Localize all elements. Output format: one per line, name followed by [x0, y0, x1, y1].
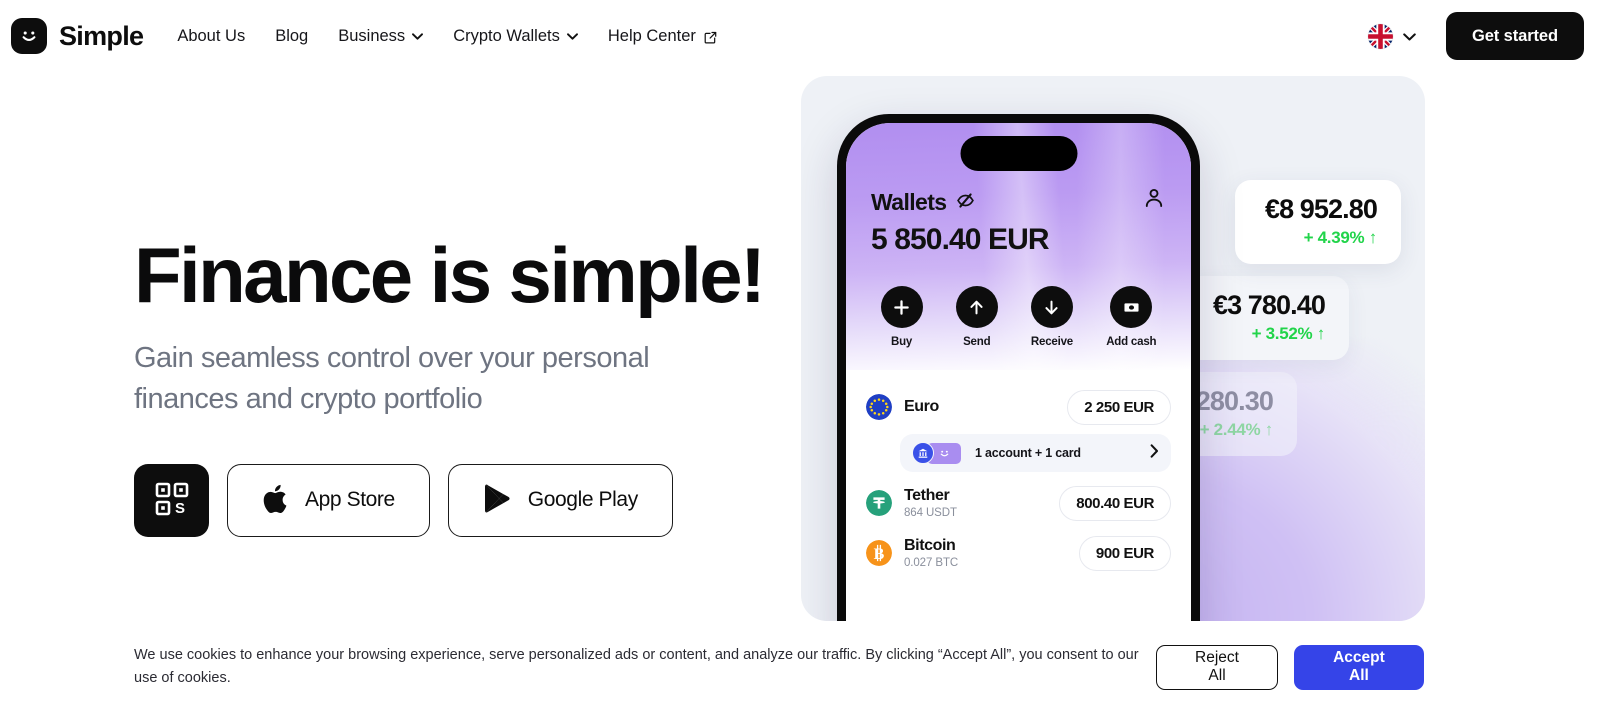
wallets-title: Wallets [871, 189, 947, 215]
nav-label: Help Center [607, 26, 696, 45]
action-buy[interactable]: Buy [880, 286, 923, 348]
subaccounts-label: 1 account + 1 card [975, 446, 1081, 460]
smiley-logo-icon [11, 18, 47, 54]
eye-off-icon[interactable] [956, 191, 975, 215]
svg-text:B: B [874, 546, 885, 563]
arrow-up-icon: ↑ [1368, 228, 1378, 247]
cookie-text: We use cookies to enhance your browsing … [134, 646, 1139, 686]
chevron-right-icon [1150, 443, 1159, 463]
change-value: + 3.52% [1251, 324, 1313, 343]
site-header: Simple About Us Blog Business Crypto Wal… [0, 0, 1600, 72]
nav-label: Business [338, 26, 406, 45]
total-balance: 5 850.40 EUR [871, 223, 1050, 256]
chevron-down-icon [412, 32, 424, 40]
hero-subtitle: Gain seamless control over your personal… [134, 341, 650, 415]
uk-flag-icon [1367, 23, 1393, 49]
tether-icon [866, 490, 892, 516]
wallet-row-tether[interactable]: Tether 864 USDT 800.40 EUR [866, 478, 1171, 528]
store-buttons: S App Store Google Play [134, 463, 834, 537]
wallet-amount: 900 EUR [1078, 535, 1171, 571]
svg-text:S: S [174, 500, 184, 517]
language-selector[interactable] [1367, 23, 1416, 49]
wallet-name: Bitcoin [904, 536, 956, 554]
chevron-down-icon [1403, 32, 1416, 40]
wallets-title-row: Wallets [871, 189, 975, 216]
external-link-icon [704, 30, 717, 43]
euro-flag-icon [866, 394, 892, 420]
floating-card-change: + 4.39% ↑ [1265, 228, 1378, 248]
phone-notch [960, 136, 1077, 171]
plus-icon [880, 286, 923, 328]
floating-card-amount: €8 952.80 [1264, 194, 1378, 224]
floating-card-amount: €3 780.40 [1212, 290, 1326, 320]
arrow-up-icon: ↑ [1316, 324, 1326, 343]
floating-card-change: + 3.52% ↑ [1213, 324, 1326, 344]
app-store-label: App Store [305, 488, 395, 512]
hero-section: Finance is simple! Gain seamless control… [134, 231, 834, 537]
nav-label: Blog [275, 26, 309, 45]
qr-code-icon: S [154, 481, 190, 520]
google-play-button[interactable]: Google Play [447, 463, 673, 537]
arrow-down-icon [1030, 286, 1073, 328]
euro-subaccounts-card[interactable]: 1 account + 1 card [900, 434, 1171, 472]
action-label: Send [963, 336, 991, 348]
nav-label: Crypto Wallets [453, 26, 560, 45]
quick-actions: Buy Send Receive Add cash [846, 286, 1191, 348]
change-value: + 2.44% [1199, 420, 1261, 439]
app-preview-panel: €5 280.30 + 2.44% ↑ €3 780.40 + 3.52% ↑ … [801, 76, 1425, 621]
nav-item-help-center[interactable]: Help Center [608, 27, 717, 46]
wallet-row-bitcoin[interactable]: B Bitcoin 0.027 BTC 900 EUR [866, 528, 1171, 578]
header-right: Get started [1367, 12, 1600, 60]
landing-page: Simple About Us Blog Business Crypto Wal… [0, 0, 1600, 712]
wallet-list: Euro 2 250 EUR 1 account + 1 card Tether… [846, 370, 1191, 621]
bitcoin-icon: B [866, 540, 892, 566]
accept-all-button[interactable]: Accept All [1293, 644, 1424, 690]
wallet-sub: 864 USDT [904, 507, 957, 520]
qr-code-button[interactable]: S [134, 463, 209, 537]
action-label: Buy [891, 336, 913, 348]
change-value: + 4.39% [1303, 228, 1365, 247]
wallet-amount: 800.40 EUR [1059, 485, 1171, 521]
reject-all-button[interactable]: Reject All [1156, 644, 1278, 690]
action-receive[interactable]: Receive [1031, 286, 1073, 348]
banknote-icon [1110, 286, 1153, 328]
wallet-name: Tether [904, 486, 950, 504]
wallet-amount: 2 250 EUR [1067, 389, 1171, 425]
arrow-up-icon [955, 286, 998, 328]
action-label: Receive [1030, 336, 1074, 348]
account-card-stack [912, 442, 964, 464]
bank-icon [912, 442, 934, 464]
action-send[interactable]: Send [955, 286, 998, 348]
get-started-button[interactable]: Get started [1445, 12, 1584, 60]
person-icon[interactable] [1143, 187, 1165, 214]
arrow-up-icon: ↑ [1264, 420, 1274, 439]
nav-item-business[interactable]: Business [338, 26, 424, 46]
brand-name: Simple [59, 20, 144, 51]
google-play-label: Google Play [527, 488, 638, 512]
wallet-header: Wallets 5 850.40 EUR Buy Send Receive Ad… [846, 123, 1191, 370]
page-title: Finance is simple! [134, 231, 766, 319]
floating-balance-card-1: €8 952.80 + 4.39% ↑ [1234, 180, 1401, 264]
cookie-banner: We use cookies to enhance your browsing … [0, 622, 1600, 712]
google-play-icon [483, 483, 512, 517]
floating-balance-card-2: €3 780.40 + 3.52% ↑ [1182, 276, 1349, 360]
apple-icon [262, 483, 289, 518]
wallet-row-euro[interactable]: Euro 2 250 EUR [866, 382, 1171, 432]
cookie-actions: Reject All Accept All [1156, 644, 1600, 690]
nav-item-blog[interactable]: Blog [275, 27, 308, 46]
nav-item-crypto-wallets[interactable]: Crypto Wallets [453, 27, 578, 46]
phone-screen: Wallets 5 850.40 EUR Buy Send Receive Ad… [846, 123, 1191, 621]
action-label: Add cash [1106, 336, 1157, 348]
wallet-name: Euro [904, 397, 939, 415]
phone-mockup: Wallets 5 850.40 EUR Buy Send Receive Ad… [837, 114, 1200, 621]
brand-logo[interactable]: Simple [11, 18, 144, 54]
chevron-down-icon [566, 32, 578, 40]
nav-label: About Us [177, 26, 246, 45]
nav-item-about-us[interactable]: About Us [177, 27, 245, 46]
action-add-cash[interactable]: Add cash [1106, 286, 1157, 348]
app-store-button[interactable]: App Store [227, 463, 430, 537]
wallet-sub: 0.027 BTC [904, 557, 959, 570]
main-nav: About Us Blog Business Crypto Wallets He… [177, 27, 717, 46]
